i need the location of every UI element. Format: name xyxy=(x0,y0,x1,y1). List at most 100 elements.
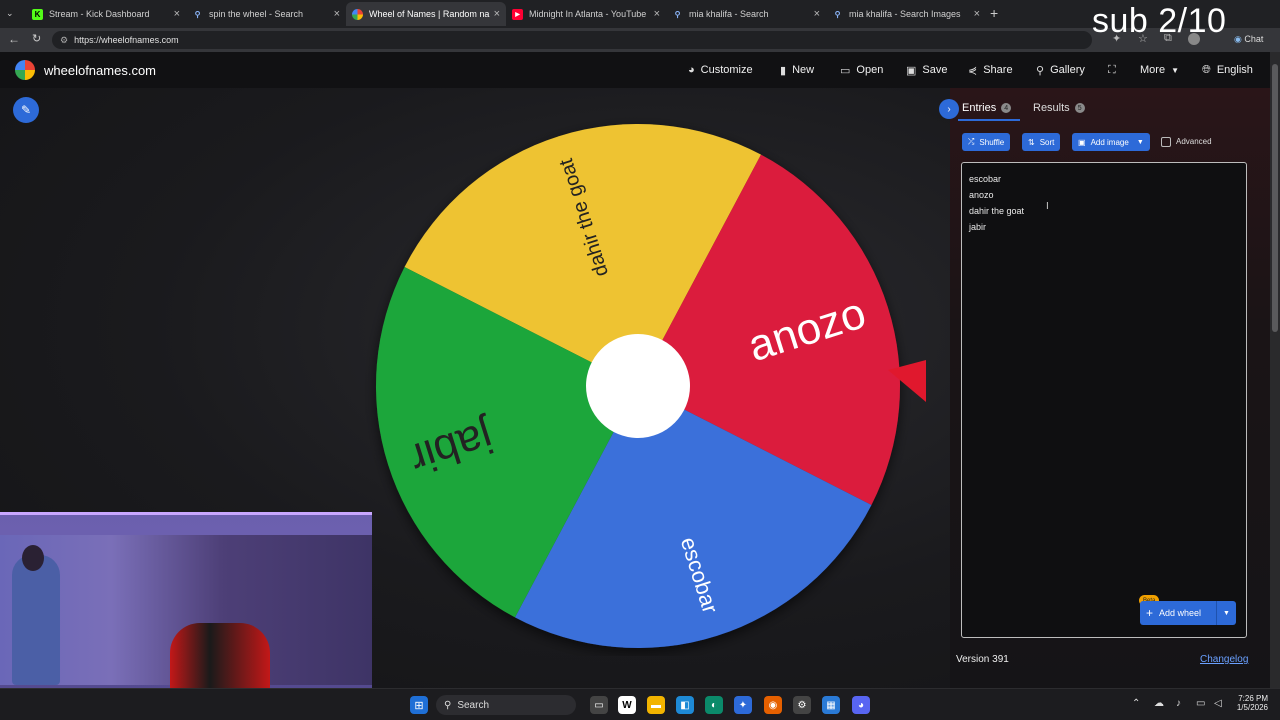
clock-date: 1/5/2026 xyxy=(1236,703,1268,712)
volume-icon[interactable]: ◁ xyxy=(1214,698,1222,709)
tab-title: Midnight In Atlanta - YouTube xyxy=(529,9,647,19)
entries-textarea[interactable]: escobar anozo dahir the goat jabir I Bet… xyxy=(961,162,1247,638)
add-image-button[interactable]: ▣ Add image ▼ xyxy=(1072,133,1150,151)
copilot-chat-button[interactable]: ◉ Chat xyxy=(1234,34,1263,45)
store-icon[interactable]: ◧ xyxy=(676,696,694,714)
caret-down-icon: ▼ xyxy=(1136,138,1144,146)
close-tab-icon[interactable]: × xyxy=(494,8,500,20)
close-tab-icon[interactable]: × xyxy=(974,8,980,20)
tab-youtube[interactable]: ▶ Midnight In Atlanta - YouTube × xyxy=(506,2,666,26)
search-icon: ⚲ xyxy=(1036,64,1045,77)
tab-wheel-of-names[interactable]: Wheel of Names | Random name p × xyxy=(346,2,506,26)
shuffle-button[interactable]: ⤮ Shuffle xyxy=(962,133,1011,151)
more-button[interactable]: More ▼ xyxy=(1140,52,1179,88)
shuffle-label: Shuffle xyxy=(979,137,1005,147)
active-tab-underline xyxy=(958,119,1020,121)
open-button[interactable]: ▭ Open xyxy=(840,52,883,88)
firefox-icon[interactable]: ◉ xyxy=(764,696,782,714)
network-icon[interactable]: ▭ xyxy=(1196,698,1205,709)
share-button[interactable]: ⋞ Share xyxy=(968,52,1013,88)
stream-overlay-text: sub 2/10 xyxy=(1092,2,1227,40)
copilot-icon[interactable]: ✦ xyxy=(734,696,752,714)
add-wheel-button[interactable]: + Add wheel ▼ xyxy=(1140,601,1236,625)
gaming-chair xyxy=(170,623,270,693)
entries-panel: › Entries 4 Results 5 ⤮ Shuffle ⇅ Sort ▣… xyxy=(939,88,1270,688)
address-bar-row: ← ↻ ⚙ https://wheelofnames.com ✦ ☆ ⧉ ◉ C… xyxy=(0,28,1280,52)
close-tab-icon[interactable]: × xyxy=(334,8,340,20)
edge-icon[interactable]: ◐ xyxy=(705,696,723,714)
taskbar-search-label: Search xyxy=(457,699,490,711)
start-icon[interactable]: ⊞ xyxy=(410,696,428,714)
name-wheel[interactable]: dahir the goatanozoescobarjabir xyxy=(360,116,940,656)
sort-button[interactable]: ⇅ Sort xyxy=(1022,133,1061,151)
entry-line: escobar xyxy=(969,174,1002,184)
search-icon: ⚲ xyxy=(834,9,841,19)
new-button[interactable]: ▮ New xyxy=(780,52,814,88)
fullscreen-button[interactable]: ⛶ xyxy=(1108,52,1122,88)
tab-search-2[interactable]: ⚲ mia khalifa - Search × xyxy=(666,2,826,26)
results-count-badge: 5 xyxy=(1074,103,1085,113)
page-scrollbar[interactable] xyxy=(1270,52,1280,688)
close-tab-icon[interactable]: × xyxy=(174,8,180,20)
image-icon: ▣ xyxy=(1078,137,1086,147)
customize-label: Customize xyxy=(700,64,753,76)
clock[interactable]: 7:26 PM 1/5/2026 xyxy=(1232,694,1268,712)
taskbar-search-box[interactable]: ⚲ Search xyxy=(436,695,576,715)
onedrive-icon[interactable]: ☁ xyxy=(1154,698,1164,709)
edit-pencil-button[interactable]: ✎ xyxy=(13,97,39,123)
new-tab-icon[interactable]: + xyxy=(990,5,998,21)
chat-label: Chat xyxy=(1244,34,1264,44)
tab-entries[interactable]: Entries 4 xyxy=(962,102,1012,114)
task-view-icon[interactable]: ▭ xyxy=(590,696,608,714)
search-icon: ⚲ xyxy=(674,9,681,19)
settings-gear-icon[interactable]: ⚙ xyxy=(793,696,811,714)
scrollbar-thumb[interactable] xyxy=(1272,64,1278,332)
search-icon: ⚲ xyxy=(444,699,452,711)
close-tab-icon[interactable]: × xyxy=(814,8,820,20)
app-navbar: wheelofnames.com ◕ Customize ▮ New ▭ Ope… xyxy=(0,52,1270,88)
app-icon[interactable]: ▦ xyxy=(822,696,840,714)
kick-icon: K xyxy=(32,8,43,20)
discord-icon[interactable]: ◕ xyxy=(852,696,870,714)
save-button[interactable]: ▣ Save xyxy=(906,52,947,88)
tab-list-chevron-icon[interactable]: ⌄ xyxy=(6,8,14,19)
url-field[interactable]: ⚙ https://wheelofnames.com xyxy=(52,31,1092,49)
sort-label: Sort xyxy=(1039,137,1055,147)
add-wheel-dropdown-icon[interactable]: ▼ xyxy=(1216,601,1236,625)
tab-title: spin the wheel - Search xyxy=(209,9,304,19)
language-button[interactable]: 🌐︎ English xyxy=(1202,52,1253,88)
wheel-icon xyxy=(352,8,363,20)
tab-title: mia khalifa - Search Images xyxy=(849,9,961,19)
clock-time: 7:26 PM xyxy=(1238,694,1268,703)
entry-line: dahir the goat xyxy=(969,206,1025,216)
person-head xyxy=(22,545,44,571)
changelog-link[interactable]: Changelog xyxy=(1200,654,1248,665)
more-label: More xyxy=(1140,64,1166,76)
wheel-center-hub[interactable] xyxy=(586,334,690,438)
tray-chevron-icon[interactable]: ⌃ xyxy=(1132,698,1140,709)
floppy-icon: ▣ xyxy=(906,64,917,77)
site-info-icon[interactable]: ⚙ xyxy=(60,35,68,46)
reload-icon[interactable]: ↻ xyxy=(32,32,41,45)
file-explorer-icon[interactable]: ▬ xyxy=(647,696,665,714)
entries-count-badge: 4 xyxy=(1001,103,1012,113)
wheel-logo-icon[interactable] xyxy=(15,60,35,80)
tab-title: Stream - Kick Dashboard xyxy=(49,9,150,19)
gallery-label: Gallery xyxy=(1050,64,1085,76)
advanced-checkbox[interactable] xyxy=(1161,137,1171,147)
brand-name[interactable]: wheelofnames.com xyxy=(44,63,156,78)
close-tab-icon[interactable]: × xyxy=(654,8,660,20)
tab-spin-search[interactable]: ⚲ spin the wheel - Search × xyxy=(186,2,346,26)
wikipedia-icon[interactable]: W xyxy=(618,696,636,714)
tab-kick-dashboard[interactable]: K Stream - Kick Dashboard × xyxy=(26,2,186,26)
tab-search-images[interactable]: ⚲ mia khalifa - Search Images × xyxy=(826,2,986,26)
back-icon[interactable]: ← xyxy=(8,32,20,46)
person-figure xyxy=(12,555,60,685)
gallery-button[interactable]: ⚲ Gallery xyxy=(1036,52,1085,88)
collapse-panel-button[interactable]: › xyxy=(939,99,959,119)
microphone-icon[interactable]: ♪ xyxy=(1176,698,1181,709)
save-label: Save xyxy=(922,64,948,76)
customize-button[interactable]: ◕ Customize xyxy=(688,52,753,88)
tab-results[interactable]: Results 5 xyxy=(1033,102,1085,114)
palette-icon: ◕ xyxy=(688,64,695,76)
